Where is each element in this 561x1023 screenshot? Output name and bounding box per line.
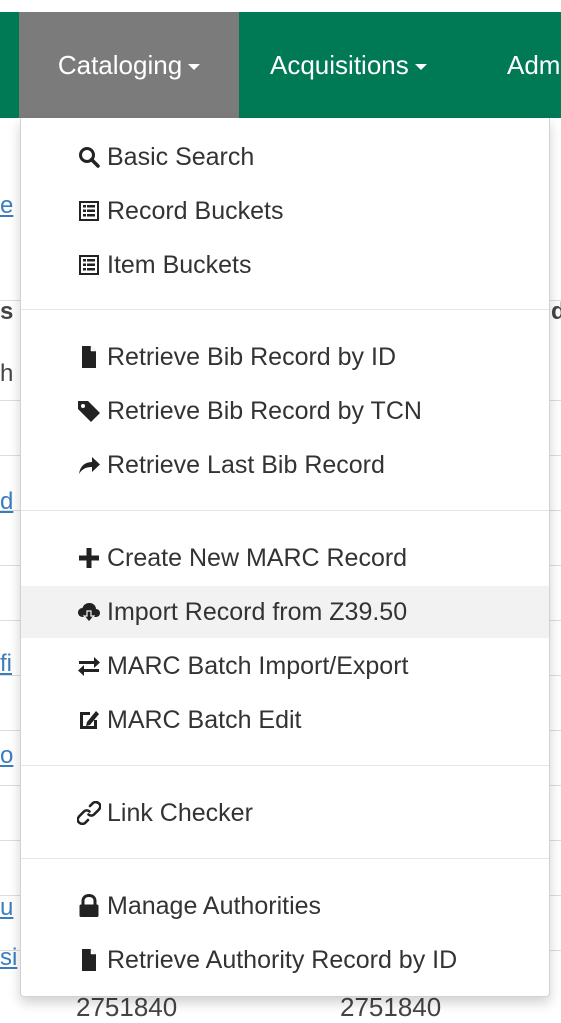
bg-link-fragment[interactable]: si [0,944,17,972]
menu-item-create-marc[interactable]: Create New MARC Record [21,532,549,584]
bg-link-fragment[interactable]: fi [0,650,12,678]
menu-item-label: Import Record from Z39.50 [107,597,408,626]
menu-item-label: Retrieve Bib Record by ID [107,342,397,371]
navbar-top-strip [0,0,561,12]
bg-link-fragment[interactable]: o [0,742,13,770]
menu-item-label: Basic Search [107,142,255,171]
menu-item-label: Manage Authorities [107,891,322,920]
menu-item-label: Retrieve Authority Record by ID [107,945,458,974]
menu-item-basic-search[interactable]: Basic Search [21,131,549,183]
caret-down-icon [188,64,201,70]
bg-link-fragment[interactable]: e [0,192,13,220]
menu-divider [21,309,549,310]
menu-item-label: Retrieve Last Bib Record [107,450,385,479]
nav-cataloging[interactable]: Cataloging [19,12,239,118]
menu-divider [21,765,549,766]
menu-divider [21,858,549,859]
bg-text-fragment: h [0,360,14,387]
bg-link-fragment[interactable]: d [0,488,13,516]
link-icon [77,801,101,825]
share-arrow-icon [77,453,101,477]
menu-item-marc-batch-edit[interactable]: MARC Batch Edit [21,694,549,746]
menu-item-marc-batch-import-export[interactable]: MARC Batch Import/Export [21,640,549,692]
menu-item-retrieve-authority-by-id[interactable]: Retrieve Authority Record by ID [21,934,549,986]
transfer-icon [77,654,101,678]
nav-administration-label: Adm [507,49,561,80]
cloud-download-icon [77,600,101,624]
menu-item-link-checker[interactable]: Link Checker [21,787,549,839]
menu-item-label: MARC Batch Import/Export [107,651,409,680]
menu-divider [21,510,549,511]
bg-header-fragment: d [551,298,561,325]
file-icon [77,345,101,369]
menu-item-label: Link Checker [107,798,253,827]
list-alt-icon [77,199,101,223]
menu-item-label: Create New MARC Record [107,543,408,572]
tag-icon [77,399,101,423]
menu-item-manage-authorities[interactable]: Manage Authorities [21,880,549,932]
menu-item-label: Item Buckets [107,250,252,279]
nav-acquisitions-label: Acquisitions [270,49,409,80]
cataloging-dropdown-menu: Basic Search Record Buckets Item Buckets… [20,118,550,997]
bg-header-fragment: s [0,298,14,325]
menu-item-label: Retrieve Bib Record by TCN [107,396,422,425]
menu-item-import-z3950[interactable]: Import Record from Z39.50 [21,586,549,638]
menu-item-retrieve-last-bib[interactable]: Retrieve Last Bib Record [21,439,549,491]
nav-cataloging-label: Cataloging [57,49,183,80]
plus-icon [77,546,101,570]
edit-icon [77,708,101,732]
menu-item-label: MARC Batch Edit [107,705,302,734]
lock-icon [77,894,101,918]
file-icon [77,948,101,972]
nav-administration[interactable]: Adm [507,12,560,118]
menu-item-item-buckets[interactable]: Item Buckets [21,239,549,291]
menu-item-retrieve-bib-by-tcn[interactable]: Retrieve Bib Record by TCN [21,385,549,437]
caret-down-icon [414,64,427,70]
menu-item-retrieve-bib-by-id[interactable]: Retrieve Bib Record by ID [21,331,549,383]
menu-item-label: Record Buckets [107,196,284,225]
nav-acquisitions[interactable]: Acquisitions [270,12,427,118]
list-alt-icon [77,253,101,277]
bg-link-fragment[interactable]: u [0,894,13,922]
search-icon [77,145,101,169]
top-navbar: Cataloging Acquisitions Adm [0,0,561,118]
menu-item-record-buckets[interactable]: Record Buckets [21,185,549,237]
